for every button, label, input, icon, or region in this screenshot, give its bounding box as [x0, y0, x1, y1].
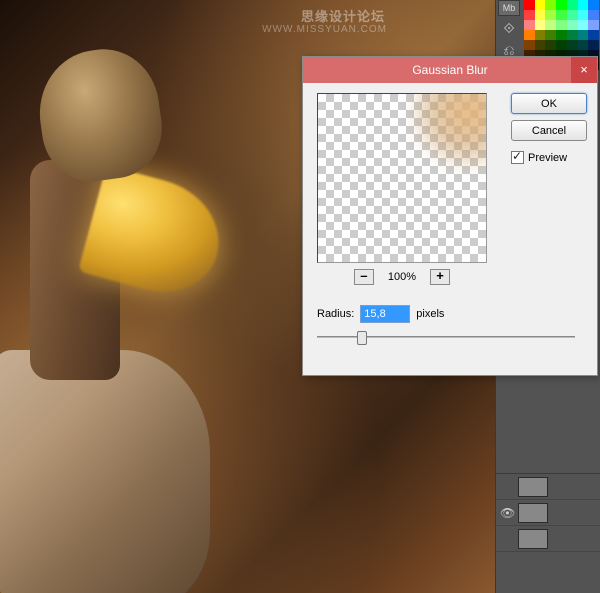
swatch[interactable] — [524, 0, 535, 10]
swatch[interactable] — [524, 30, 535, 40]
radius-label: Radius: — [317, 308, 354, 320]
layer-thumbnail[interactable] — [518, 529, 548, 549]
swatch[interactable] — [524, 10, 535, 20]
tool-icon-a[interactable]: ⟐ — [500, 20, 518, 38]
swatch[interactable] — [545, 20, 556, 30]
visibility-icon[interactable] — [500, 532, 514, 546]
radius-row: Radius: pixels — [317, 305, 444, 323]
swatch[interactable] — [535, 40, 546, 50]
layer-thumbnail[interactable] — [518, 477, 548, 497]
visibility-icon[interactable]: 👁 — [500, 506, 514, 520]
swatch[interactable] — [535, 20, 546, 30]
layers-panel[interactable]: 👁 — [496, 473, 600, 593]
swatch[interactable] — [567, 20, 578, 30]
layer-row[interactable] — [496, 474, 600, 500]
dialog-titlebar[interactable]: Gaussian Blur × — [303, 57, 597, 83]
slider-thumb[interactable] — [357, 331, 367, 345]
swatch[interactable] — [524, 40, 535, 50]
watermark-url: WWW.MISSYUAN.COM — [262, 24, 387, 35]
swatch[interactable] — [545, 30, 556, 40]
swatch[interactable] — [556, 20, 567, 30]
swatch[interactable] — [545, 10, 556, 20]
close-button[interactable]: × — [571, 57, 597, 83]
swatch[interactable] — [556, 40, 567, 50]
swatch[interactable] — [535, 30, 546, 40]
ok-button[interactable]: OK — [511, 93, 587, 114]
zoom-value: 100% — [388, 271, 416, 283]
swatch[interactable] — [535, 10, 546, 20]
swatch[interactable] — [567, 10, 578, 20]
radius-unit: pixels — [416, 308, 444, 320]
swatch[interactable] — [524, 20, 535, 30]
swatch[interactable] — [535, 0, 546, 10]
artwork-figure — [0, 40, 240, 560]
swatch[interactable] — [578, 20, 589, 30]
preview-content — [406, 93, 487, 174]
swatch[interactable] — [567, 0, 578, 10]
swatch[interactable] — [588, 30, 599, 40]
dialog-buttons: OK Cancel Preview — [511, 93, 587, 164]
zoom-in-button[interactable]: + — [430, 269, 450, 285]
swatch[interactable] — [556, 0, 567, 10]
cancel-button[interactable]: Cancel — [511, 120, 587, 141]
layer-row[interactable] — [496, 526, 600, 552]
swatch[interactable] — [545, 0, 556, 10]
layer-row[interactable]: 👁 — [496, 500, 600, 526]
swatch[interactable] — [578, 30, 589, 40]
filter-preview[interactable] — [317, 93, 487, 263]
swatch[interactable] — [578, 40, 589, 50]
slider-track — [317, 336, 575, 338]
swatch[interactable] — [578, 10, 589, 20]
zoom-controls: – 100% + — [317, 269, 487, 285]
preview-checkbox[interactable] — [511, 151, 524, 164]
preview-checkbox-row[interactable]: Preview — [511, 151, 587, 164]
figure-dress — [0, 350, 210, 593]
swatch[interactable] — [588, 0, 599, 10]
swatch[interactable] — [545, 40, 556, 50]
swatch[interactable] — [588, 10, 599, 20]
radius-input[interactable] — [360, 305, 410, 323]
radius-slider[interactable] — [317, 329, 575, 345]
swatch[interactable] — [578, 0, 589, 10]
zoom-out-button[interactable]: – — [354, 269, 374, 285]
swatch[interactable] — [567, 40, 578, 50]
swatch[interactable] — [556, 30, 567, 40]
swatch[interactable] — [588, 40, 599, 50]
gaussian-blur-dialog: Gaussian Blur × – 100% + Radius: pixels … — [302, 56, 598, 376]
swatch[interactable] — [556, 10, 567, 20]
dialog-title-text: Gaussian Blur — [412, 63, 487, 77]
visibility-icon[interactable] — [500, 480, 514, 494]
dialog-body: – 100% + Radius: pixels OK Cancel Previe… — [303, 83, 597, 375]
swatch[interactable] — [567, 30, 578, 40]
panel-tab[interactable]: Mb — [498, 0, 520, 16]
preview-checkbox-label: Preview — [528, 152, 567, 164]
swatch[interactable] — [588, 20, 599, 30]
layer-thumbnail[interactable] — [518, 503, 548, 523]
watermark-text: 思缘设计论坛 — [301, 6, 385, 25]
